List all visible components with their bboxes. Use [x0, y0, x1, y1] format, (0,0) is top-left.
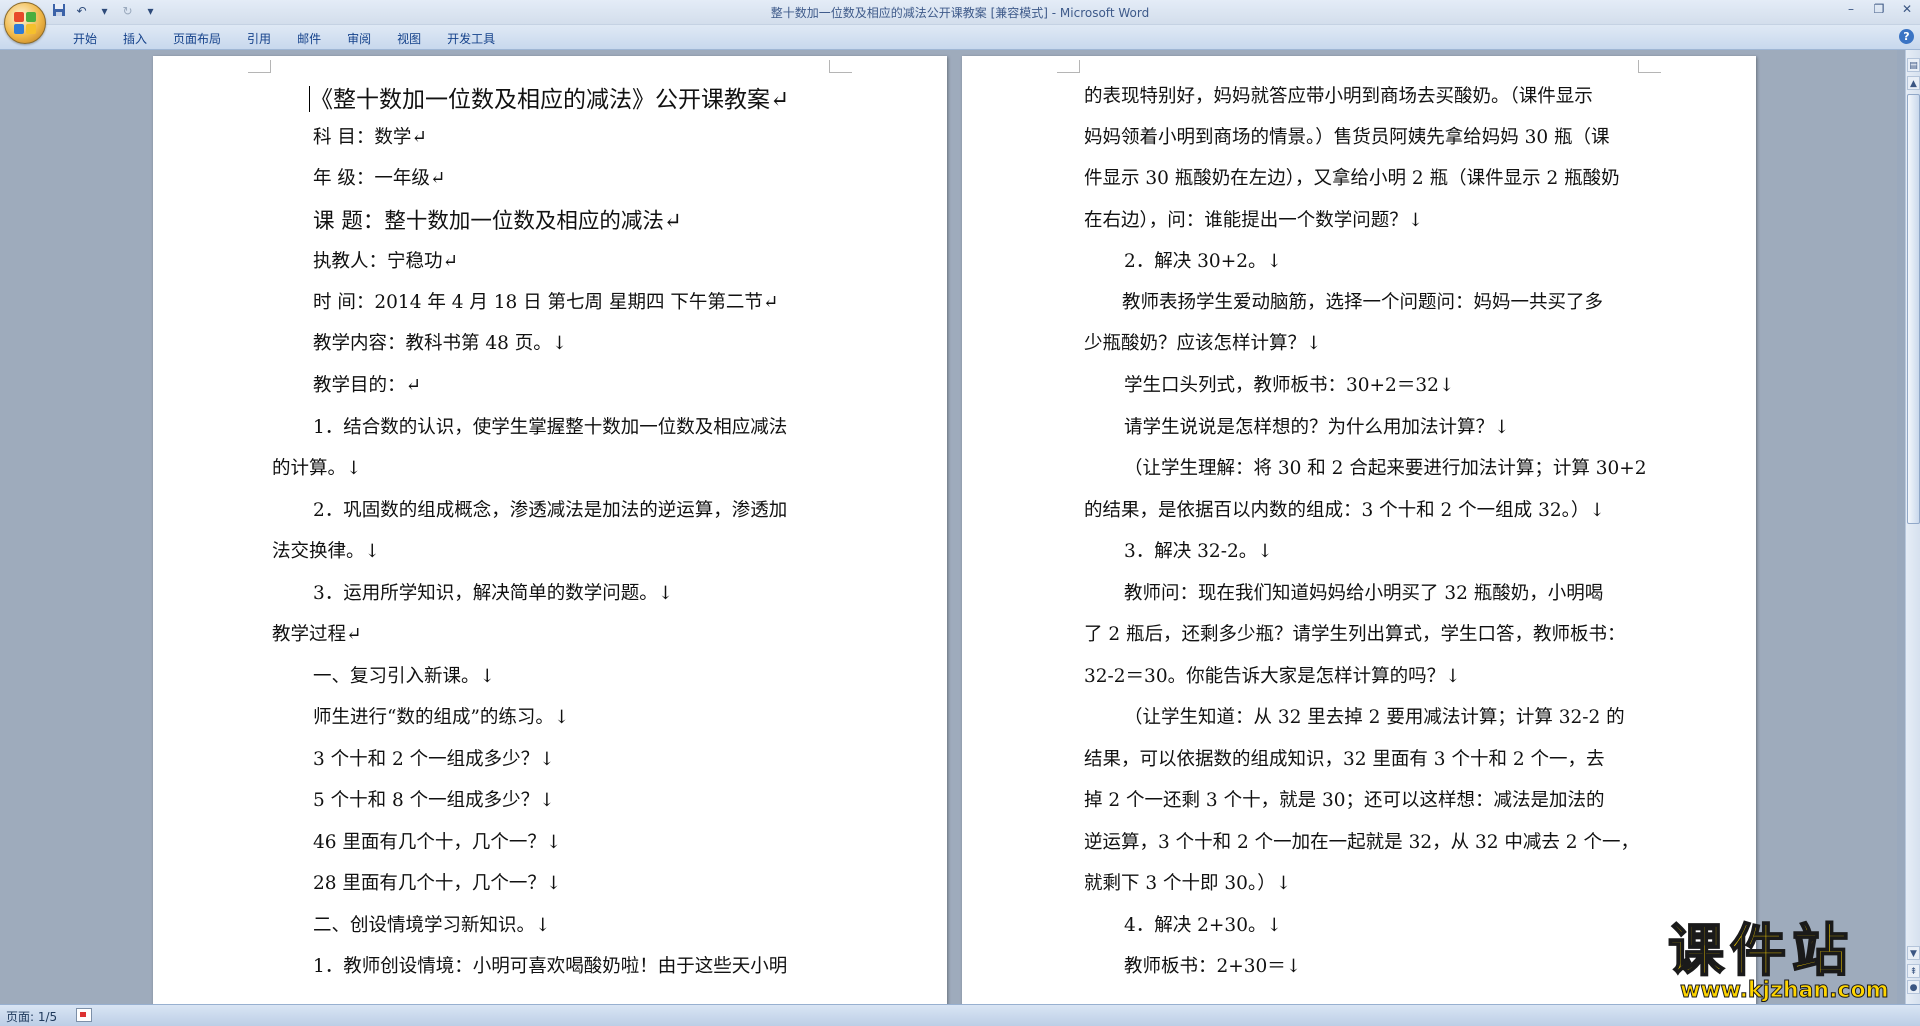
doc-line: 逆运算，3 个十和 2 个一加在一起就是 32，从 32 中减去 2 个一， [1084, 832, 1639, 853]
doc-line: 3．解决 32-2。↓ [1124, 541, 1273, 562]
doc-line: 结果，可以依据数的组成知识，32 里面有 3 个十和 2 个一，去 [1084, 749, 1605, 770]
doc-line: 师生进行“数的组成”的练习。↓ [313, 707, 570, 728]
doc-line: 教师板书：2+30＝↓ [1124, 956, 1302, 977]
minimize-icon[interactable]: – [1844, 2, 1858, 16]
margin-marker [248, 60, 271, 73]
select-browse-object-icon[interactable]: ● [1907, 980, 1920, 994]
doc-line: 的表现特别好，妈妈就答应带小明到商场去买酸奶。（课件显示 [1084, 86, 1593, 107]
doc-line: 请学生说说是怎样想的？为什么用加法计算？↓ [1124, 417, 1510, 438]
doc-line: 就剩下 3 个十即 30。）↓ [1084, 873, 1292, 894]
help-icon[interactable]: ? [1899, 29, 1914, 44]
doc-line: 二、创设情境学习新知识。↓ [313, 915, 551, 936]
tab-page-layout[interactable]: 页面布局 [160, 29, 234, 48]
doc-line: 的计算。↓ [272, 458, 362, 479]
margin-marker [1638, 60, 1661, 73]
ruler-toggle-icon[interactable]: ▤ [1907, 58, 1920, 72]
doc-line: 课 题：整十数加一位数及相应的减法↵ [313, 209, 682, 234]
page-indicator[interactable]: 页面: 1/5 [6, 1008, 57, 1025]
doc-line: 年 级：一年级↵ [313, 168, 446, 189]
tab-home[interactable]: 开始 [60, 29, 110, 48]
previous-page-icon[interactable]: ⇞ [1907, 964, 1920, 978]
doc-line: 教师问：现在我们知道妈妈给小明买了 32 瓶酸奶，小明喝 [1124, 583, 1604, 604]
doc-line: 1．教师创设情境：小明可喜欢喝酸奶啦！由于这些天小明 [313, 956, 788, 977]
doc-line: 掉 2 个一还剩 3 个十，就是 30；还可以这样想：减法是加法的 [1084, 790, 1605, 811]
doc-line: 教师表扬学生爱动脑筋，选择一个问题问：妈妈一共买了多 [1122, 292, 1604, 313]
tab-mailings[interactable]: 邮件 [284, 29, 334, 48]
tab-references[interactable]: 引用 [234, 29, 284, 48]
doc-line: 5 个十和 8 个一组成多少？↓ [313, 790, 555, 811]
watermark-logo: 课件站 www.kjzhan.com [1667, 919, 1908, 1004]
status-bar: 页面: 1/5 [0, 1004, 1920, 1026]
proofing-status-icon[interactable] [76, 1008, 92, 1022]
doc-line: 法交换律。↓ [272, 541, 381, 562]
doc-line: 少瓶酸奶？应该怎样计算？↓ [1084, 333, 1322, 354]
watermark-name: 课件站 [1667, 919, 1854, 984]
doc-title: 《整十数加一位数及相应的减法》公开课教案↵ [310, 87, 790, 113]
doc-line: 的结果，是依据百以内数的组成：3 个十和 2 个一组成 32。）↓ [1084, 500, 1605, 521]
doc-line: 一、复习引入新课。↓ [313, 666, 496, 687]
ribbon-tabs: 开始 插入 页面布局 引用 邮件 审阅 视图 开发工具 ? [0, 25, 1920, 50]
scroll-thumb[interactable] [1907, 94, 1920, 524]
document-page-2[interactable]: 的表现特别好，妈妈就答应带小明到商场去买酸奶。（课件显示 妈妈领着小明到商场的情… [962, 56, 1756, 1004]
doc-line: 3．运用所学知识，解决简单的数学问题。↓ [313, 583, 674, 604]
tab-view[interactable]: 视图 [384, 29, 434, 48]
document-page-1[interactable]: 《整十数加一位数及相应的减法》公开课教案↵ 科 目：数学↵ 年 级：一年级↵ 课… [153, 56, 947, 1004]
doc-line: 3 个十和 2 个一组成多少？↓ [313, 749, 555, 770]
restore-icon[interactable]: ❐ [1872, 2, 1886, 16]
office-button[interactable] [4, 2, 46, 44]
watermark-url: www.kjzhan.com [1680, 978, 1890, 1004]
doc-line: 学生口头列式，教师板书：30+2＝32↓ [1124, 375, 1455, 396]
document-area[interactable]: 《整十数加一位数及相应的减法》公开课教案↵ 科 目：数学↵ 年 级：一年级↵ 课… [0, 50, 1897, 1004]
doc-line: 2．巩固数的组成概念，渗透减法是加法的逆运算，渗透加 [313, 500, 788, 521]
scroll-down-icon[interactable]: ▼ [1907, 946, 1920, 960]
doc-line: 32-2＝30。你能告诉大家是怎样计算的吗？↓ [1084, 666, 1461, 687]
tab-review[interactable]: 审阅 [334, 29, 384, 48]
close-icon[interactable]: ✕ [1900, 2, 1914, 16]
doc-line: 执教人：宁稳功↵ [313, 251, 459, 272]
doc-line: 4．解决 2+30。↓ [1124, 915, 1282, 936]
doc-line: （让学生理解：将 30 和 2 合起来要进行加法计算；计算 30+2 [1124, 458, 1647, 479]
doc-line: 2．解决 30+2。↓ [1124, 251, 1282, 272]
vertical-scrollbar[interactable]: ▤ ▲ ▼ ⇞ ● [1905, 50, 1920, 1004]
doc-line: 28 里面有几个十，几个一？↓ [313, 873, 562, 894]
doc-line: 件显示 30 瓶酸奶在左边），又拿给小明 2 瓶（课件显示 2 瓶酸奶 [1084, 168, 1620, 189]
window-title: 整十数加一位数及相应的减法公开课教案 [兼容模式] - Microsoft Wo… [770, 6, 1150, 20]
doc-line: 1．结合数的认识，使学生掌握整十数加一位数及相应减法 [313, 417, 788, 438]
margin-marker [1057, 60, 1080, 73]
tab-developer[interactable]: 开发工具 [434, 29, 508, 48]
margin-marker [829, 60, 852, 73]
office-logo-icon [14, 12, 36, 34]
doc-line: 在右边），问：谁能提出一个数学问题？↓ [1084, 210, 1424, 231]
doc-line: 科 目：数学↵ [313, 127, 427, 148]
tab-insert[interactable]: 插入 [110, 29, 160, 48]
doc-line: 46 里面有几个十，几个一？↓ [313, 832, 562, 853]
doc-line: 时 间：2014 年 4 月 18 日 第七周 星期四 下午第二节↵ [313, 292, 779, 313]
doc-line: 教学目的：↵ [313, 375, 422, 396]
doc-line: 妈妈领着小明到商场的情景。）售货员阿姨先拿给妈妈 30 瓶（课 [1084, 127, 1610, 148]
doc-line: 教学内容：教科书第 48 页。↓ [313, 333, 568, 354]
doc-line: 教学过程↵ [272, 624, 362, 645]
doc-line: 了 2 瓶后，还剩多少瓶？请学生列出算式，学生口答，教师板书： [1084, 624, 1626, 645]
scroll-up-icon[interactable]: ▲ [1907, 76, 1920, 90]
doc-line: （让学生知道：从 32 里去掉 2 要用减法计算；计算 32-2 的 [1124, 707, 1625, 728]
window-controls: – ❐ ✕ [1844, 2, 1914, 16]
title-bar: ↶ ▾ ↻ ▾ 整十数加一位数及相应的减法公开课教案 [兼容模式] - Micr… [0, 0, 1920, 44]
